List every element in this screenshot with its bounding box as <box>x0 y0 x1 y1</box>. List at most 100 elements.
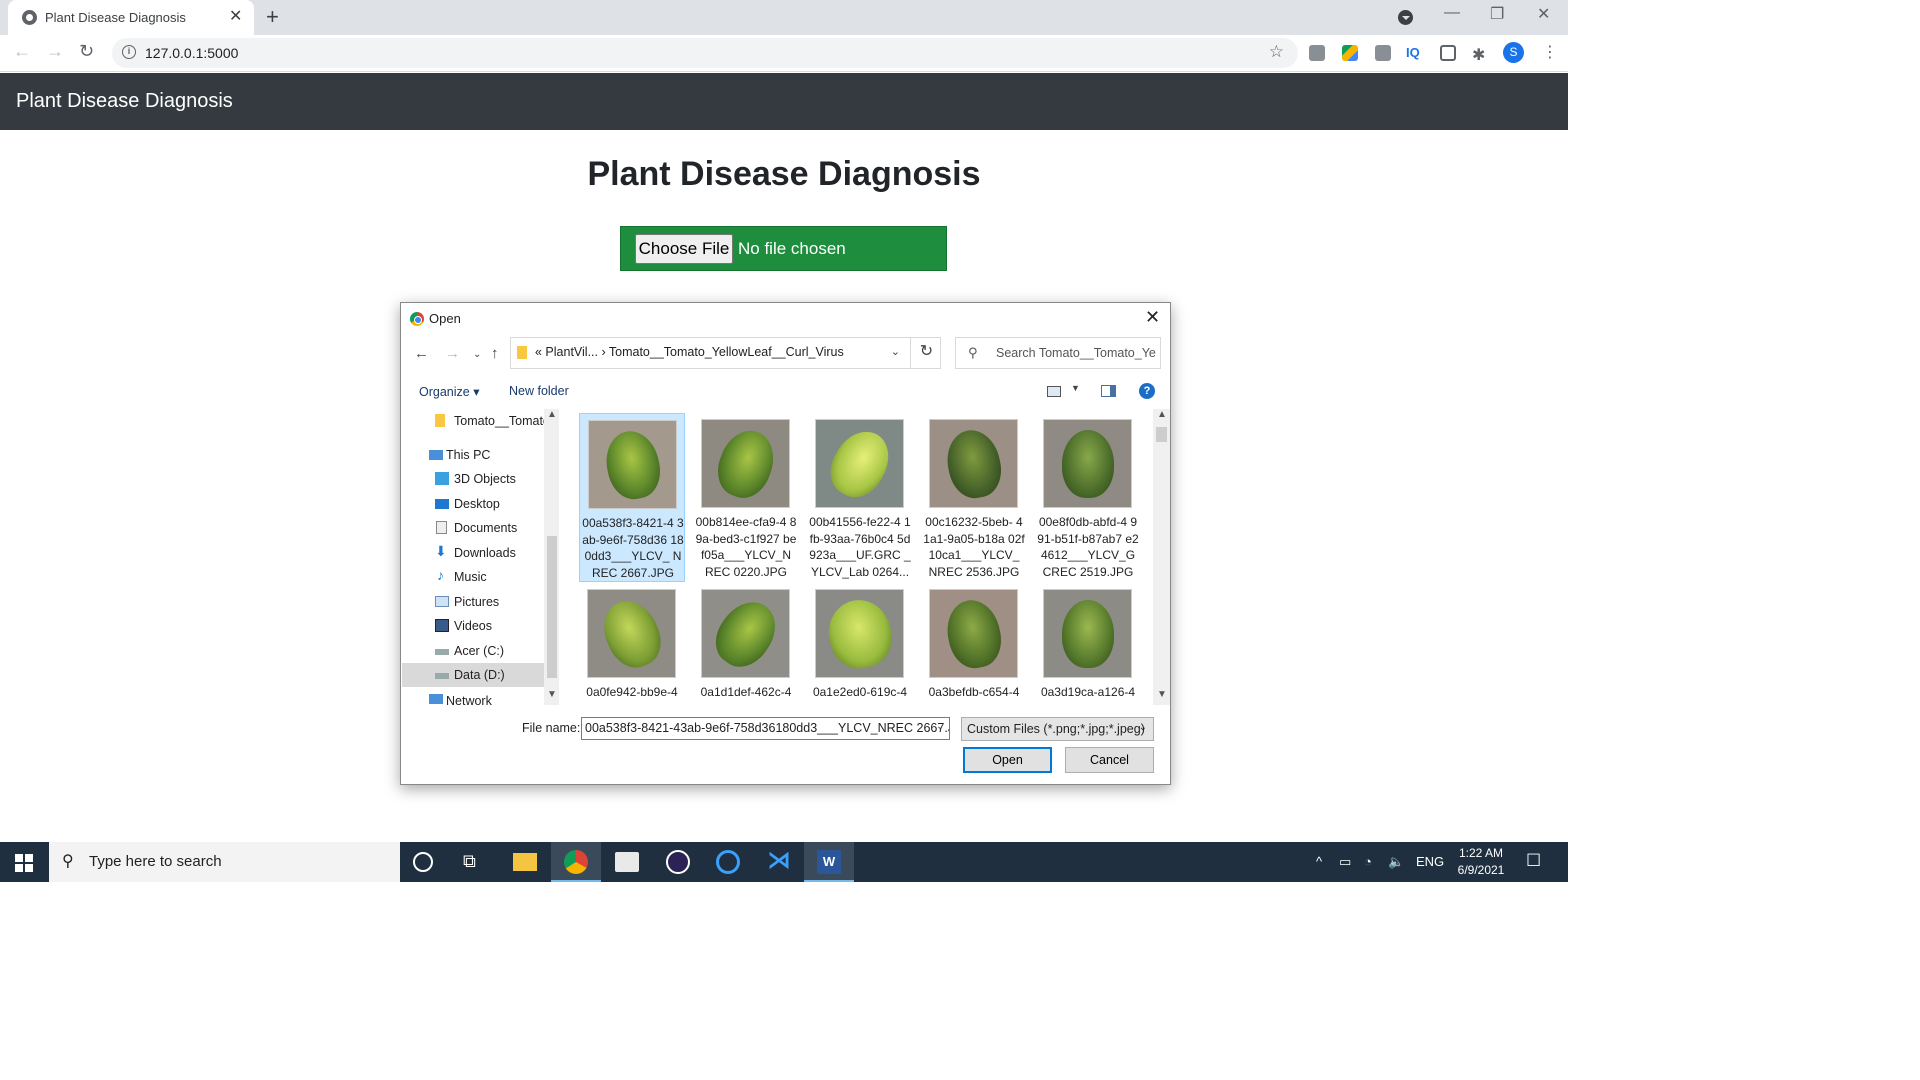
tree-item-downloads[interactable]: ⬇ Downloads <box>402 541 544 565</box>
organize-button[interactable]: Organize ▾ <box>419 384 479 399</box>
browser-tab[interactable]: Plant Disease Diagnosis ✕ <box>8 0 254 35</box>
reload-icon[interactable]: ↻ <box>79 41 94 62</box>
dialog-title: Open <box>429 311 461 326</box>
file-type-filter[interactable]: Custom Files (*.png;*.jpg;*.jpeg) ⌄ <box>961 717 1154 741</box>
url-text[interactable]: 127.0.0.1:5000 <box>145 45 238 61</box>
scroll-down-icon[interactable]: ▼ <box>1157 689 1167 700</box>
app-c-icon[interactable] <box>716 850 740 874</box>
vscode-icon[interactable]: ⋊ <box>767 846 791 874</box>
more-menu-icon[interactable]: ⋮ <box>1542 42 1558 62</box>
new-folder-button[interactable]: New folder <box>509 384 569 398</box>
tree-item-drive-c[interactable]: Acer (C:) <box>402 639 544 663</box>
help-icon[interactable]: ? <box>1139 383 1155 399</box>
tree-item-3d-objects[interactable]: 3D Objects <box>402 467 544 491</box>
back-icon[interactable]: ← <box>414 345 429 362</box>
extension-icon[interactable] <box>1309 45 1325 61</box>
navbar-brand[interactable]: Plant Disease Diagnosis <box>16 90 233 113</box>
forward-icon[interactable]: → <box>46 41 64 62</box>
wifi-icon[interactable]: ◔ <box>1364 854 1372 869</box>
file-upload-field[interactable]: Choose File No file chosen <box>620 226 947 271</box>
desktop-icon <box>435 499 449 509</box>
file-item[interactable]: 00a538f3-8421-4 3ab-9e6f-758d36 180dd3__… <box>579 413 685 582</box>
file-item[interactable]: 0a3d19ca-a126-4 <box>1035 583 1141 705</box>
tree-item-music[interactable]: ♪ Music <box>402 565 544 589</box>
task-view-icon[interactable]: ⧉ <box>463 851 487 875</box>
windows-start-icon[interactable] <box>15 854 33 872</box>
extension-icon[interactable] <box>1375 45 1391 61</box>
show-hidden-icons-icon[interactable]: ^ <box>1316 854 1322 869</box>
tree-item-drive-d[interactable]: Data (D:) <box>402 663 544 687</box>
eclipse-icon[interactable] <box>666 850 690 874</box>
notifications-icon[interactable]: ☐ <box>1526 851 1541 871</box>
tree-item-documents[interactable]: Documents <box>402 516 544 540</box>
tree-item-this-pc[interactable]: This PC <box>402 443 544 467</box>
battery-icon[interactable]: ▭ <box>1339 854 1351 870</box>
address-bar[interactable]: i 127.0.0.1:5000 ☆ <box>112 38 1298 68</box>
taskbar-clock[interactable]: 1:22 AM 6/9/2021 <box>1448 845 1514 879</box>
tab-search-icon[interactable] <box>1398 10 1413 25</box>
copy-extension-icon[interactable] <box>1440 45 1456 61</box>
tree-item-videos[interactable]: Videos <box>402 614 544 638</box>
site-info-icon[interactable]: i <box>122 45 136 59</box>
back-icon[interactable]: ← <box>13 41 31 62</box>
file-item[interactable]: 00b41556-fe22-4 1fb-93aa-76b0c4 5d923a__… <box>807 413 913 582</box>
scroll-up-icon[interactable]: ▲ <box>547 409 557 420</box>
file-item[interactable]: 00b814ee-cfa9-4 89a-bed3-c1f927 bef05a__… <box>693 413 799 582</box>
bookmark-star-icon[interactable]: ☆ <box>1269 42 1284 62</box>
file-list-scrollbar[interactable]: ▲ ▼ <box>1153 409 1170 705</box>
dialog-close-icon[interactable]: ✕ <box>1145 307 1160 328</box>
navigation-scrollbar[interactable]: ▲ ▼ <box>544 409 559 705</box>
breadcrumb[interactable]: « PlantVil... › Tomato__Tomato_YellowLea… <box>510 337 941 369</box>
profile-avatar[interactable]: S <box>1503 42 1524 63</box>
store-icon[interactable] <box>615 852 639 872</box>
breadcrumb-path[interactable]: « PlantVil... › Tomato__Tomato_YellowLea… <box>535 345 844 359</box>
choose-file-button[interactable]: Choose File <box>635 234 733 264</box>
close-tab-icon[interactable]: ✕ <box>229 6 242 26</box>
cortana-icon[interactable] <box>413 852 433 872</box>
scrollbar-thumb[interactable] <box>547 536 557 678</box>
change-view-icon[interactable] <box>1047 386 1061 397</box>
download-icon: ⬇ <box>435 543 447 559</box>
view-dropdown-icon[interactable]: ▼ <box>1071 383 1080 393</box>
file-item[interactable]: 0a0fe942-bb9e-4 <box>579 583 685 705</box>
forward-icon[interactable]: → <box>445 345 460 362</box>
tree-item-pictures[interactable]: Pictures <box>402 590 544 614</box>
language-indicator[interactable]: ENG <box>1416 854 1444 869</box>
open-button[interactable]: Open <box>963 747 1052 773</box>
file-explorer-icon[interactable] <box>513 853 537 871</box>
tree-item-tomato-folder[interactable]: Tomato__Tomato <box>402 409 550 433</box>
chevron-down-icon[interactable]: ⌄ <box>891 345 900 358</box>
preview-pane-icon[interactable] <box>1101 385 1116 397</box>
file-item[interactable]: 00c16232-5beb- 41a1-9a05-b18a 02f10ca1__… <box>921 413 1027 582</box>
recent-locations-icon[interactable]: ⌄ <box>473 349 481 360</box>
file-item[interactable]: 0a1d1def-462c-4 <box>693 583 799 705</box>
volume-icon[interactable]: 🔈 <box>1388 854 1404 870</box>
window-close-icon[interactable]: ✕ <box>1537 4 1550 24</box>
word-icon[interactable]: W <box>817 850 841 874</box>
scroll-up-icon[interactable]: ▲ <box>1157 409 1167 420</box>
scroll-down-icon[interactable]: ▼ <box>547 689 557 700</box>
up-folder-icon[interactable]: ↑ <box>491 345 499 362</box>
file-item[interactable]: 0a1e2ed0-619c-4 <box>807 583 913 705</box>
taskbar-search-box[interactable]: ⚲ Type here to search <box>49 842 400 882</box>
iq-extension-icon[interactable]: IQ <box>1406 45 1422 61</box>
google-drive-icon[interactable] <box>1342 45 1358 61</box>
tree-item-network[interactable]: Network <box>402 689 544 705</box>
file-name-input[interactable]: 00a538f3-8421-43ab-9e6f-758d36180dd3___Y… <box>581 717 950 740</box>
chevron-down-icon[interactable]: ⌄ <box>936 721 944 732</box>
minimize-icon[interactable]: — <box>1444 4 1460 22</box>
taskbar-search-placeholder[interactable]: Type here to search <box>89 853 222 870</box>
refresh-icon[interactable]: ↻ <box>910 337 942 369</box>
cancel-button[interactable]: Cancel <box>1065 747 1154 773</box>
search-input[interactable]: ⚲ Search Tomato__Tomato_Yell... <box>955 337 1161 369</box>
file-item[interactable]: 0a3befdb-c654-4 <box>921 583 1027 705</box>
file-item[interactable]: 00e8f0db-abfd-4 991-b51f-b87ab7 e24612__… <box>1035 413 1141 582</box>
new-tab-icon[interactable]: + <box>266 4 279 30</box>
scrollbar-thumb[interactable] <box>1156 427 1167 442</box>
chrome-icon <box>410 312 424 326</box>
chrome-icon[interactable] <box>564 850 588 874</box>
search-placeholder[interactable]: Search Tomato__Tomato_Yell... <box>996 346 1156 360</box>
restore-icon[interactable]: ❐ <box>1490 4 1504 24</box>
puzzle-extensions-icon[interactable]: ✱ <box>1472 45 1488 64</box>
tree-item-desktop[interactable]: Desktop <box>402 492 544 516</box>
